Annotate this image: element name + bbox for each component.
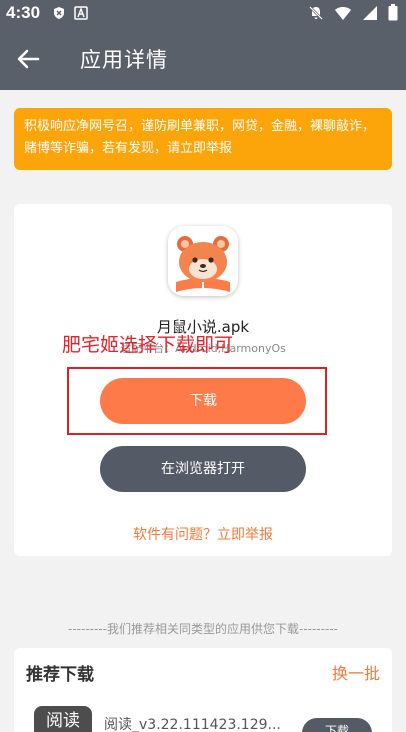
page-title: 应用详情 [80,48,168,72]
font-icon [74,6,88,20]
recommend-item-name[interactable]: 阅读_v3.22.111423.129... [104,714,281,732]
wifi-icon [335,6,351,20]
open-in-browser-button[interactable]: 在浏览器打开 [100,446,306,492]
annotation-text: 肥宅姬选择下载即可 [62,334,234,356]
battery-icon [388,4,398,21]
back-arrow-icon[interactable] [14,46,42,72]
reader-app-icon[interactable]: 阅读 [34,706,92,732]
signal-icon [363,5,377,20]
status-time: 4:30 [6,3,41,22]
hamster-logo-icon [168,226,238,296]
warning-notice: 积极响应净网号召，谨防刷单兼职，网贷，金融，裸聊敲诈，赌博等诈骗，若有发现，请立… [14,108,392,170]
report-link[interactable]: 软件有问题？立即举报 [14,524,392,544]
app-bar: 应用详情 [0,28,406,90]
app-icon [168,226,238,296]
app-detail-card: 月鼠小说.apk 适配平台：Android,HarmonyOs 肥宅姬选择下载即… [14,204,392,556]
refresh-button[interactable]: 换一批 [332,660,380,684]
download-button[interactable]: 下载 [100,378,306,424]
recommend-item-download-button[interactable]: 下载 [302,718,372,732]
bell-off-icon [309,5,323,20]
recommend-card: 推荐下载 换一批 阅读 阅读_v3.22.111423.129... 下载 [14,648,392,732]
shield-icon [54,7,64,19]
status-bar: 4:30 [0,0,406,28]
recommend-divider: ---------我们推荐相关同类型的应用供您下载--------- [68,622,338,636]
recommend-title: 推荐下载 [26,665,94,685]
status-icons [308,4,398,21]
